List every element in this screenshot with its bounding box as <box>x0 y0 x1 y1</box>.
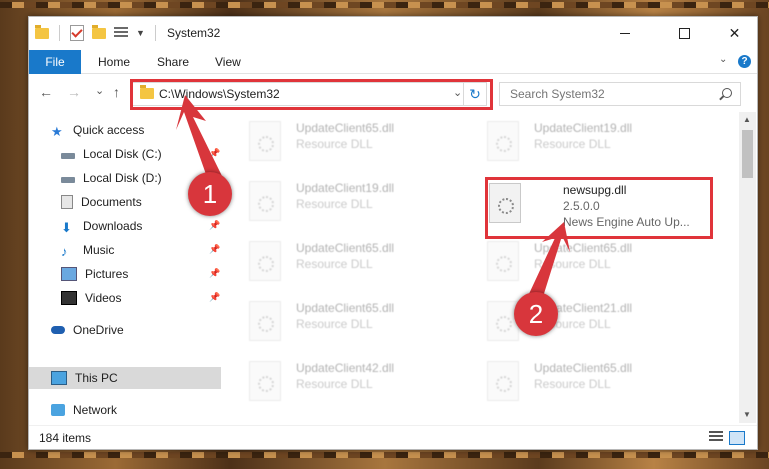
annotation-arrows <box>176 95 570 300</box>
step-marker-1: 1 <box>188 172 232 216</box>
arrow-1-icon <box>176 95 222 180</box>
step-marker-2: 2 <box>514 292 558 336</box>
arrow-2-icon <box>528 222 570 300</box>
